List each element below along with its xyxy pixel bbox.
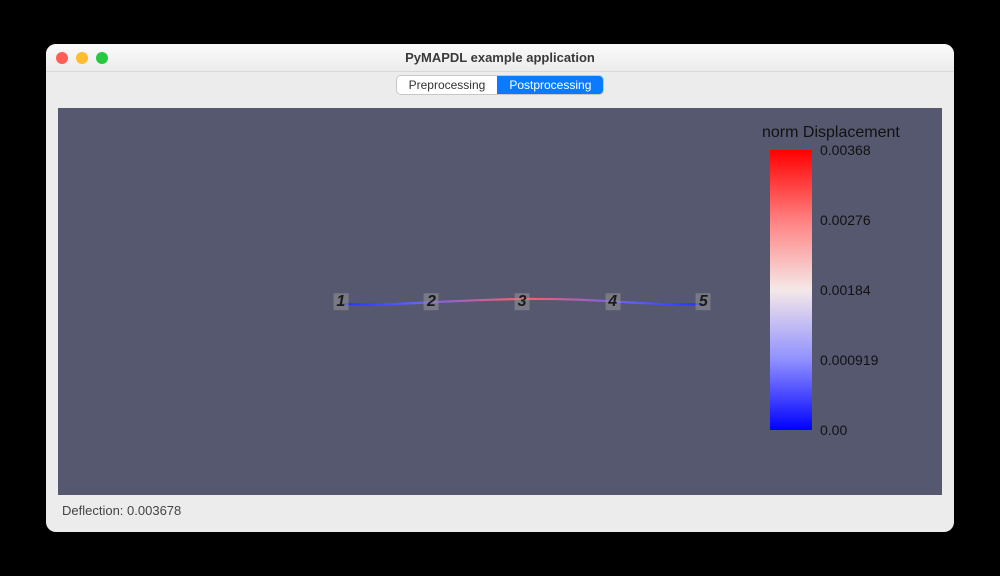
titlebar: PyMAPDL example application [46, 44, 954, 72]
colorbar-tick: 0.00184 [820, 282, 871, 298]
tab-bar: Preprocessing Postprocessing [46, 72, 954, 98]
render-viewport[interactable]: 1 2 3 4 5 norm Displacement 0.00368 0.00… [58, 108, 942, 495]
beam-plot: 1 2 3 4 5 [341, 290, 703, 314]
deflection-readout: Deflection: 0.003678 [62, 503, 181, 518]
segmented-control: Preprocessing Postprocessing [396, 75, 605, 95]
colorbar-title: norm Displacement [762, 124, 932, 142]
tab-postprocessing[interactable]: Postprocessing [497, 76, 603, 94]
colorbar-tick: 0.00368 [820, 142, 871, 158]
status-bar: Deflection: 0.003678 [58, 495, 942, 526]
colorbar-tick: 0.00276 [820, 212, 871, 228]
close-icon[interactable] [56, 52, 68, 64]
node-label: 5 [696, 293, 711, 311]
colorbar-tick: 0.000919 [820, 352, 878, 368]
colorbar: norm Displacement 0.00368 0.00276 0.0018… [762, 124, 922, 444]
colorbar-tick: 0.00 [820, 422, 847, 438]
node-label: 2 [424, 293, 439, 311]
node-label: 3 [515, 293, 530, 311]
tab-preprocessing[interactable]: Preprocessing [397, 76, 498, 94]
node-label: 4 [605, 293, 620, 311]
minimize-icon[interactable] [76, 52, 88, 64]
maximize-icon[interactable] [96, 52, 108, 64]
window-title: PyMAPDL example application [405, 50, 595, 65]
content-area: 1 2 3 4 5 norm Displacement 0.00368 0.00… [46, 98, 954, 532]
app-window: PyMAPDL example application Preprocessin… [46, 44, 954, 532]
window-controls [56, 52, 108, 64]
node-label: 1 [333, 293, 348, 311]
colorbar-gradient [770, 150, 812, 430]
